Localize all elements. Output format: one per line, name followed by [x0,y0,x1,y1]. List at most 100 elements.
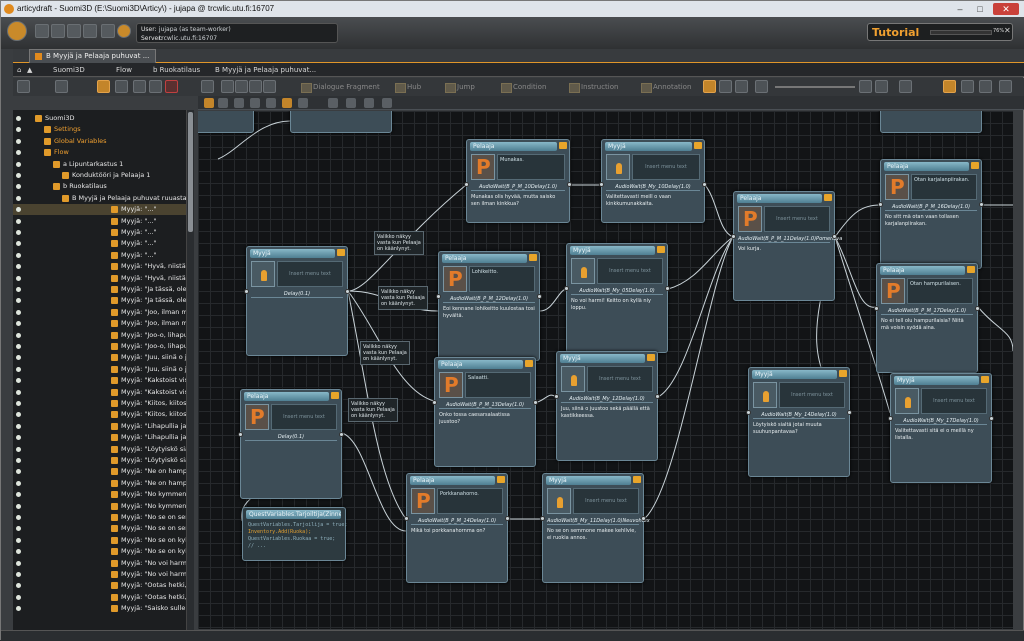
visibility-dot-icon[interactable] [16,321,21,327]
sync-icon[interactable] [115,80,128,93]
options-icon[interactable] [999,80,1012,93]
cursor-icon[interactable] [201,80,214,93]
navigator-item[interactable]: Myyjä: "Saisko sulle kuitenki olla jotai [13,603,186,614]
connection-label[interactable]: Valikko näkyy vasta kun Pelaaja on käänl… [374,231,424,255]
node-dialogue-text[interactable]: Valitettavasti meill o vaan kinkkumunakk… [606,194,700,208]
input-pin[interactable] [436,294,441,299]
dialogue-fragment-button[interactable]: Dialogue Fragment [299,80,380,94]
arrow-down-icon[interactable] [221,80,234,93]
visibility-dot-icon[interactable] [16,298,21,304]
visibility-dot-icon[interactable] [16,435,21,441]
play-icon[interactable] [204,98,214,108]
visibility-dot-icon[interactable] [16,378,21,384]
node-menu-text[interactable]: Insert menu text [587,366,653,392]
visibility-dot-icon[interactable] [16,264,21,270]
input-pin[interactable] [244,289,249,294]
output-pin[interactable] [975,306,980,311]
dialogue-fragment-node[interactable]: Myyjä Insert menu text AudioWait(B_My_12De… [554,351,660,461]
navigator-item[interactable]: a Lipuntarkastus 1 [13,159,186,170]
home-icon[interactable]: ⌂ [17,63,21,77]
navigator-item[interactable]: Global Variables [13,136,186,147]
search-icon[interactable] [149,80,162,93]
flow-canvas[interactable]: Pelaaja Munakas. AudioWait(B_P_M_10Delay(1… [198,111,1013,629]
visibility-dot-icon[interactable] [16,218,21,224]
input-pin[interactable] [878,202,883,207]
visibility-dot-icon[interactable] [16,332,21,338]
instruction-button[interactable]: Instruction [567,80,618,94]
tiles-icon[interactable] [961,80,974,93]
connection-line[interactable] [341,432,407,532]
visibility-dot-icon[interactable] [16,150,21,156]
visibility-dot-icon[interactable] [16,355,21,361]
breadcrumb-item[interactable]: B Myyjä ja Pelaaja puhuvat... [215,63,316,77]
node-menu-text[interactable]: Insert menu text [573,488,639,514]
visibility-dot-icon[interactable] [16,549,21,555]
node-dialogue-text[interactable]: No ei tell olu hampurilaisia? Niitä mä v… [881,318,973,332]
visibility-dot-icon[interactable] [16,446,21,452]
visibility-dot-icon[interactable] [16,184,21,190]
visibility-dot-icon[interactable] [16,537,21,543]
zoom-icon[interactable] [755,80,768,93]
comment-icon[interactable] [824,194,832,201]
navigator-item[interactable]: Myyjä: "Kiitos, kiitos!" [13,398,186,409]
visibility-dot-icon[interactable] [16,480,21,486]
dialogue-fragment-node[interactable]: Pelaaja Lohikeitto. AudioWait(B_P_M_12Dela… [436,251,542,361]
visibility-dot-icon[interactable] [16,503,21,509]
distribute-icon[interactable] [382,98,392,108]
navigator-item[interactable]: Myyjä: "Joo-o, lihapullia ja muusia. Se [13,330,186,341]
navigator-item[interactable]: Myyjä: "No kymmenkunta." [13,489,186,500]
node-dialogue-text[interactable]: No sitt mä otan vaan tollasen karjalanpi… [885,214,977,228]
navigator-item[interactable]: Myyjä: "..." [13,216,186,227]
visibility-dot-icon[interactable] [16,366,21,372]
close-button[interactable]: ✕ [993,3,1019,15]
save-icon[interactable] [51,24,65,38]
comment-icon[interactable] [525,360,533,367]
node-dialogue-text[interactable]: Valitettavasti sitä ei o meillä ny lista… [895,428,987,442]
node-menu-text[interactable]: Otan hampurilaisen. [907,278,973,304]
input-pin[interactable] [238,432,243,437]
node-menu-text[interactable]: Lohikeitto. [469,266,535,292]
warning-icon[interactable] [165,80,178,93]
grid-icon[interactable] [719,80,732,93]
navigator-item[interactable]: Myyjä: "Hyvä, niistä onki aina vähä pul [13,261,186,272]
visibility-dot-icon[interactable] [16,412,21,418]
input-pin[interactable] [888,416,893,421]
info-icon[interactable] [263,80,276,93]
navigator-item[interactable]: Myyjä: "Joo, ilman muusta. Maksupääte [13,307,186,318]
dialogue-fragment-node[interactable]: Pelaaja Insert menu text Delay(0.1) [238,389,344,499]
node-dialogue-text[interactable]: Onko tossa caesarsalaatissa juustoo? [439,412,531,426]
visibility-dot-icon[interactable] [16,127,21,133]
connection-line[interactable] [667,236,734,290]
visibility-dot-icon[interactable] [16,344,21,349]
node-menu-text[interactable]: Insert menu text [597,258,663,284]
dialogue-fragment-node[interactable]: Pelaaja Otan karjalanpiirakan. AudioWait(B… [878,159,984,269]
add-icon[interactable] [235,80,248,93]
node-menu-text[interactable]: Munakas. [497,154,565,180]
navigator-item[interactable]: b Ruokatilaus [13,181,186,192]
comment-icon[interactable] [331,392,339,399]
node-dialogue-text[interactable]: Munakas olis hyvää, mutta saisko sen ilm… [471,194,565,208]
breadcrumb-item[interactable]: b Ruokatilaus [153,63,200,77]
navigator-item[interactable]: Myyjä: "No se on kyllä reilun kokone." [13,546,186,557]
comment-icon[interactable] [633,476,641,483]
navigator-item[interactable]: Myyjä: "No voi harmi! Keitto on kyllä r [13,558,186,569]
navigator-item[interactable]: Myyjä: "..." [13,204,186,216]
tutorial-close-icon[interactable]: ✕ [1004,26,1011,35]
connection-label[interactable]: Valikko näkyy vasta kun Pelaaja on käänl… [360,341,410,365]
select-icon[interactable] [97,80,110,93]
comment-icon[interactable] [337,249,345,256]
navigator-item[interactable]: Myyjä: "No voi harmi! Keitto on kyllä r [13,569,186,580]
arrange-icon[interactable] [364,98,374,108]
navigator-item[interactable]: Myyjä: "Kiitos, kiitos!" [13,409,186,420]
dialogue-fragment-node[interactable]: Myyjä Insert menu text AudioWait(B_My_05De… [564,243,670,353]
node-dialogue-text[interactable]: No se on semmone makee kehllvie, ei ruok… [547,528,639,542]
dialogue-fragment-node[interactable] [880,111,982,133]
comment-icon[interactable] [647,354,655,361]
input-pin[interactable] [554,394,559,399]
navigator-item[interactable]: Myyjä: "No kymmenkunta." [13,501,186,512]
visibility-dot-icon[interactable] [16,423,21,429]
dialogue-fragment-node[interactable]: Pelaaja Salaatti. AudioWait(B_P_M_13Delay(… [432,357,538,467]
output-pin[interactable] [979,202,984,207]
view-list-icon[interactable] [17,80,30,93]
condition-button[interactable]: Condition [499,80,546,94]
